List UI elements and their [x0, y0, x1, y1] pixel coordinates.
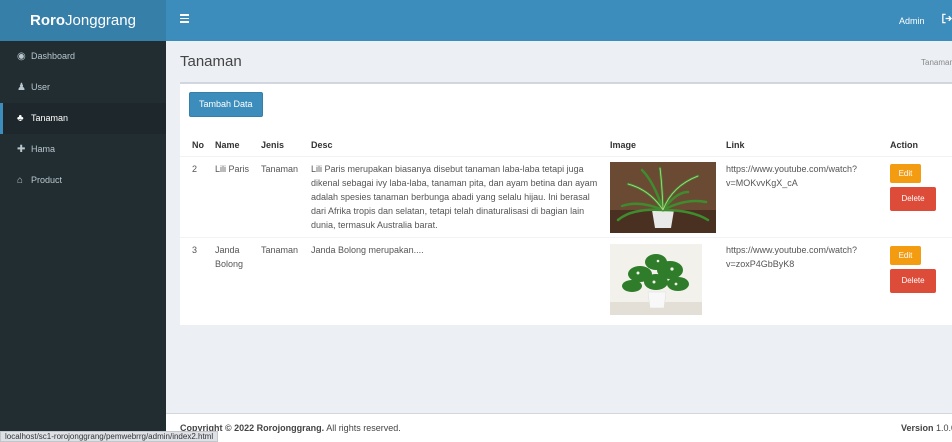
- brand-bold: Roro: [30, 12, 66, 29]
- cell-desc: Lili Paris merupakan biasanya disebut ta…: [311, 164, 598, 230]
- cell-no: 2: [192, 164, 198, 174]
- footer: Copyright © 2022 Rorojonggrang. All righ…: [166, 413, 952, 442]
- brand-logo[interactable]: RoroJonggrang: [0, 0, 166, 41]
- plus-icon: ✚: [17, 144, 26, 155]
- content-header: Tanaman Tanaman: [166, 41, 952, 81]
- cell-link[interactable]: https://www.youtube.com/watch?v=MOKvvKgX…: [726, 162, 876, 190]
- cell-no: 3: [192, 245, 198, 255]
- delete-button[interactable]: Delete: [890, 187, 936, 211]
- column-header-name: Name: [215, 140, 240, 150]
- sidebar-item-label: User: [31, 82, 51, 92]
- sidebar-item-label: Tanaman: [31, 113, 69, 123]
- column-header-desc: Desc: [311, 140, 333, 150]
- add-data-button[interactable]: Tambah Data: [189, 92, 263, 117]
- hamburger-icon[interactable]: [180, 14, 189, 23]
- tanaman-table-box: Tambah Data No Name Jenis Desc Image Lin…: [180, 82, 952, 325]
- header-divider: [180, 156, 952, 157]
- cell-name: Lili Paris: [215, 164, 250, 174]
- copyright-suffix: All rights reserved.: [326, 423, 401, 433]
- page-title: Tanaman: [180, 53, 242, 70]
- dashboard-icon: ◉: [17, 51, 26, 62]
- sidebar-item-user[interactable]: ♟ User: [0, 72, 166, 103]
- column-header-action: Action: [890, 140, 918, 150]
- column-header-link: Link: [726, 140, 745, 150]
- sign-out-icon[interactable]: [941, 13, 952, 24]
- sidebar-item-label: Hama: [31, 144, 56, 154]
- row-divider: [180, 237, 952, 238]
- edit-button[interactable]: Edit: [890, 246, 921, 265]
- version-value: 1.0.0: [936, 423, 952, 433]
- copyright-name[interactable]: Rorojonggrang.: [257, 423, 325, 433]
- sidebar: ◉ Dashboard ♟ User ♣ Tanaman ✚ Hama ⌂ Product: [0, 41, 166, 442]
- column-header-no: No: [192, 140, 204, 150]
- brand-rest: Jonggrang: [65, 12, 136, 29]
- edit-button[interactable]: Edit: [890, 164, 921, 183]
- version-text: Version 1.0.0: [901, 423, 952, 433]
- sidebar-item-hama[interactable]: ✚ Hama: [0, 134, 166, 165]
- sidebar-item-product[interactable]: ⌂ Product: [0, 165, 166, 196]
- sidebar-item-tanaman[interactable]: ♣ Tanaman: [0, 103, 166, 134]
- cell-jenis: Tanaman: [261, 245, 299, 255]
- breadcrumb[interactable]: Tanaman: [921, 58, 952, 67]
- sidebar-item-dashboard[interactable]: ◉ Dashboard: [0, 41, 166, 72]
- top-navbar: RoroJonggrang Admin: [0, 0, 952, 41]
- user-menu[interactable]: Admin: [899, 16, 925, 26]
- tree-icon: ♣: [17, 113, 24, 124]
- cell-name: Janda Bolong: [215, 245, 244, 269]
- sidebar-item-label: Product: [31, 175, 63, 185]
- cell-jenis: Tanaman: [261, 164, 299, 174]
- version-label: Version: [901, 423, 934, 433]
- cell-link[interactable]: https://www.youtube.com/watch?v=zoxP4GbB…: [726, 243, 876, 271]
- delete-button[interactable]: Delete: [890, 269, 936, 293]
- cell-desc: Janda Bolong merupakan....: [311, 245, 424, 255]
- column-header-jenis: Jenis: [261, 140, 285, 150]
- column-header-image: Image: [610, 140, 637, 150]
- plant-image-janda-bolong: [610, 244, 702, 315]
- shopping-bag-icon: ⌂: [17, 175, 24, 186]
- status-bar-url: localhost/sc1-rorojonggrang/pemwebrrg/ad…: [0, 431, 219, 442]
- user-icon: ♟: [17, 82, 26, 93]
- plant-image-lili-paris: [610, 162, 716, 233]
- sidebar-item-label: Dashboard: [31, 51, 76, 61]
